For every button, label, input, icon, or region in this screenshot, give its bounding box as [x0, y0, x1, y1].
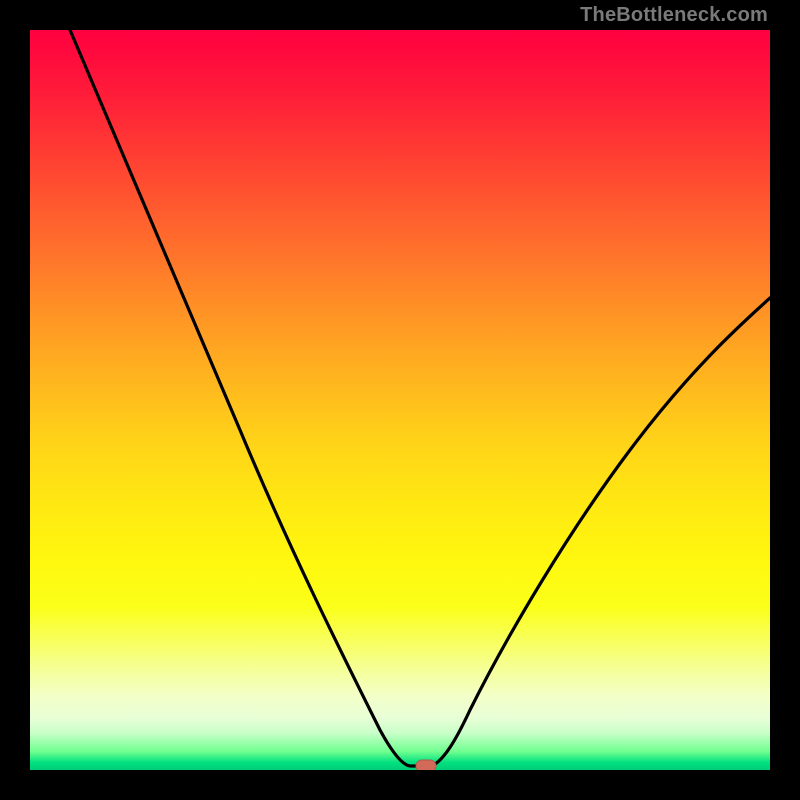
- curve-layer: [30, 30, 770, 770]
- watermark-text: TheBottleneck.com: [580, 4, 768, 27]
- plot-area: [30, 30, 770, 770]
- chart-frame: TheBottleneck.com: [0, 0, 800, 800]
- minimum-marker: [416, 760, 436, 770]
- bottleneck-curve: [70, 30, 770, 766]
